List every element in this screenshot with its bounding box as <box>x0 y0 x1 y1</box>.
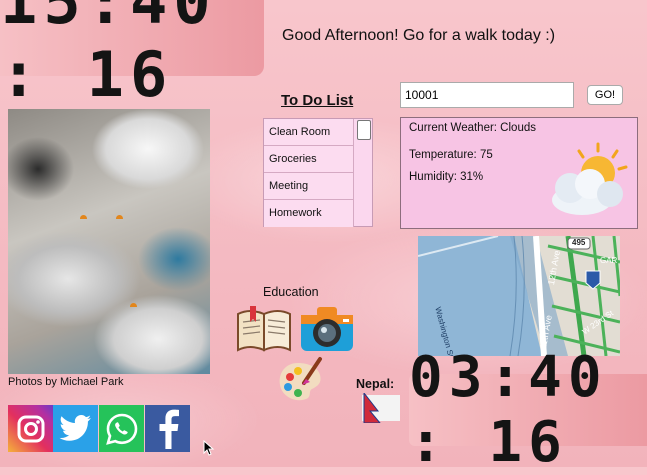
mouse-cursor-icon <box>203 440 215 456</box>
highway-badge: 495 <box>572 238 586 247</box>
todo-list[interactable]: Clean Room Groceries Meeting Homework <box>263 118 373 227</box>
twitter-icon <box>58 414 91 441</box>
todo-item[interactable]: Groceries <box>264 146 354 173</box>
camera-icon[interactable] <box>299 303 355 353</box>
twitter-button[interactable] <box>53 405 98 452</box>
todo-scrollbar[interactable] <box>357 120 371 140</box>
facebook-button[interactable] <box>145 405 190 452</box>
weather-panel: Current Weather: Clouds Temperature: 75 … <box>400 117 638 229</box>
palette-icon[interactable] <box>276 355 324 405</box>
whatsapp-button[interactable] <box>99 405 144 452</box>
main-clock-time: 15:40 : 16 <box>0 0 217 111</box>
education-label: Education <box>263 285 319 299</box>
todo-item[interactable]: Meeting <box>264 173 354 200</box>
facebook-icon <box>159 409 179 449</box>
map-label: GAR <box>600 256 618 265</box>
instagram-icon <box>17 415 44 442</box>
go-button[interactable]: GO! <box>587 85 623 105</box>
instagram-button[interactable] <box>8 405 53 452</box>
greeting-text: Good Afternoon! Go for a walk today :) <box>282 27 556 44</box>
nepal-label: Nepal: <box>356 377 395 391</box>
todo-item[interactable]: Clean Room <box>264 119 354 146</box>
map-view[interactable]: 495 Washington St 12th Ave 11th Ave W 23… <box>418 236 620 356</box>
photo-credit: Photos by Michael Park <box>8 376 124 388</box>
nepal-clock-time: 03:40 : 16 <box>409 345 608 475</box>
whatsapp-icon <box>105 413 137 445</box>
nepal-clock: 03:40 : 16 <box>409 345 647 475</box>
todo-item[interactable]: Homework <box>264 200 354 227</box>
weather-humidity: Humidity: 31% <box>409 171 484 183</box>
partly-cloudy-icon <box>552 142 628 215</box>
weather-condition: Current Weather: Clouds <box>409 122 536 134</box>
zip-code-input[interactable] <box>400 82 574 108</box>
weather-temperature: Temperature: 75 <box>409 149 493 161</box>
nepal-flag-icon <box>362 391 400 424</box>
sky-photo <box>8 109 210 374</box>
todo-title: To Do List <box>281 92 354 109</box>
main-clock: 15:40 : 16 <box>0 0 264 111</box>
book-icon[interactable] <box>236 306 292 352</box>
